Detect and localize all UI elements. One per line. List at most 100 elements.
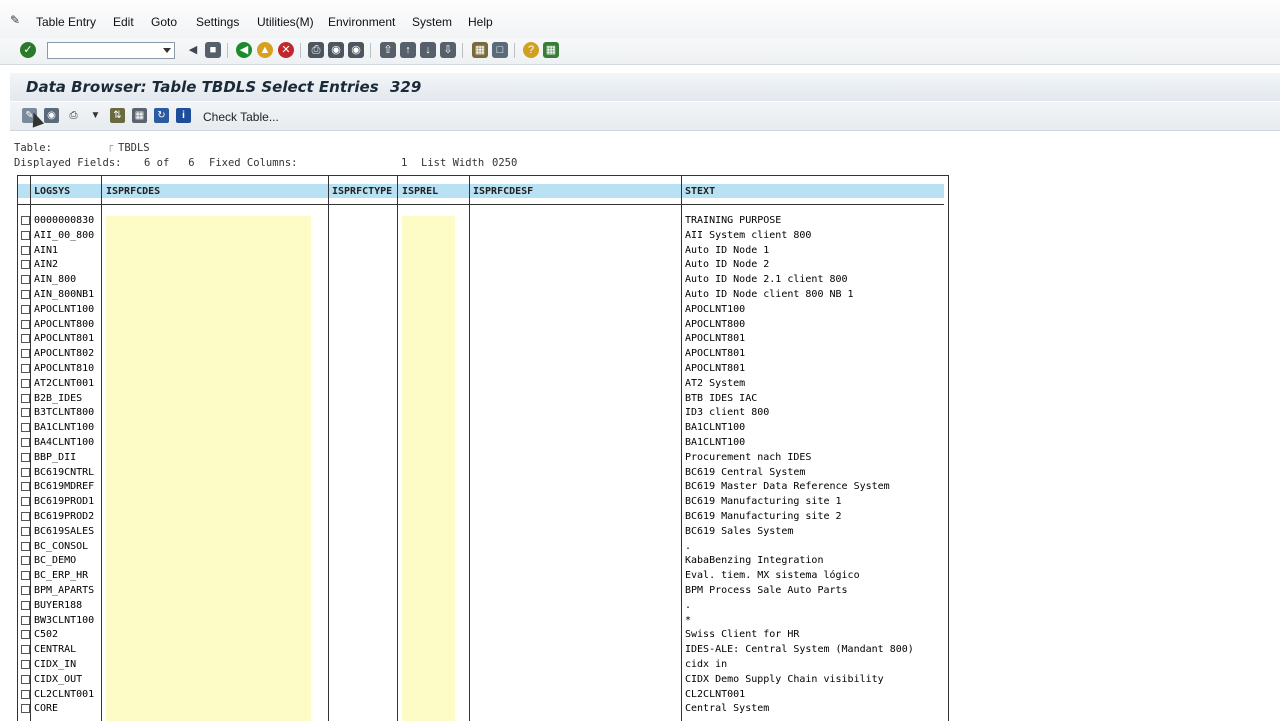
row-select-checkbox[interactable] [21,467,30,477]
help-icon[interactable]: ? [523,42,539,58]
refresh-icon[interactable]: ↻ [154,108,169,123]
cancel-icon[interactable]: ✕ [278,42,294,58]
table-row[interactable]: BC_CONSOL. [18,540,944,555]
menu-table-entry[interactable]: Table Entry [36,15,96,29]
columns-icon[interactable]: ▦ [132,108,147,123]
column-header-isprel[interactable]: ISPREL [402,186,438,197]
table-row[interactable]: AT2CLNT001 AT2 System [18,377,944,392]
menu-goto[interactable]: Goto [151,15,177,29]
row-select-checkbox[interactable] [21,541,30,551]
row-select-checkbox[interactable] [21,378,30,388]
row-select-checkbox[interactable] [21,615,30,625]
row-select-checkbox[interactable] [21,645,30,655]
row-select-checkbox[interactable] [21,349,30,359]
row-select-checkbox[interactable] [21,216,30,225]
menu-system[interactable]: System [412,15,452,29]
column-header-isprfctype[interactable]: ISPRFCTYPE [332,186,392,197]
table-row[interactable]: B3TCLNT800 ID3 client 800 [18,406,944,421]
sort-icon[interactable]: ⇅ [110,108,125,123]
menu-settings[interactable]: Settings [196,15,239,29]
row-select-checkbox[interactable] [21,600,30,610]
table-row[interactable]: BPM_APARTS BPM Process Sale Auto Parts [18,584,944,599]
row-select-checkbox[interactable] [21,630,30,640]
table-row[interactable]: BW3CLNT100 * [18,614,944,629]
table-row[interactable]: BA4CLNT100 BA1CLNT100 [18,436,944,451]
table-row[interactable]: BC619PROD1 BC619 Manufacturing site 1 [18,495,944,510]
exit-icon[interactable]: ▲ [257,42,273,58]
find-next-icon[interactable]: ◉ [348,42,364,58]
table-row[interactable]: BC_DEMO KabaBenzing Integration [18,554,944,569]
command-field[interactable] [47,42,175,59]
row-select-checkbox[interactable] [21,260,30,270]
save-icon[interactable]: ■ [205,42,221,58]
check-table-button[interactable]: Check Table... [203,110,279,124]
table-row[interactable]: BC619MDREF BC619 Master Data Reference Sy… [18,480,944,495]
table-row[interactable]: AIN_800 Auto ID Node 2.1 client 800 [18,273,944,288]
last-page-icon[interactable]: ⇩ [440,42,456,58]
row-select-checkbox[interactable] [21,497,30,507]
row-select-checkbox[interactable] [21,452,30,462]
chevron-down-icon[interactable] [163,48,171,53]
row-select-checkbox[interactable] [21,319,30,329]
table-row[interactable]: APOCLNT810 APOCLNT801 [18,362,944,377]
table-row[interactable]: BA1CLNT100 BA1CLNT100 [18,421,944,436]
row-select-checkbox[interactable] [21,526,30,536]
back-icon[interactable]: ◀ [185,42,201,58]
row-select-checkbox[interactable] [21,674,30,684]
table-row[interactable]: AII_00_800 AII System client 800 [18,229,944,244]
system-menu-icon[interactable]: ✎ [10,14,24,26]
table-row[interactable]: BC_ERP_HR Eval. tiem. MX sistema lógico [18,569,944,584]
menu-utilities[interactable]: Utilities(M) [257,15,314,29]
table-row[interactable]: APOCLNT802 APOCLNT801 [18,347,944,362]
prev-page-icon[interactable]: ↑ [400,42,416,58]
nav-back-icon[interactable]: ◀ [236,42,252,58]
table-row[interactable]: CIDX_OUT CIDX Demo Supply Chain visibilit… [18,673,944,688]
row-select-checkbox[interactable] [21,660,30,669]
row-select-checkbox[interactable] [21,571,30,581]
layout-icon[interactable]: ▦ [543,42,559,58]
column-header-stext[interactable]: STEXT [685,186,715,197]
table-row[interactable]: CORE Central System [18,702,944,717]
first-page-icon[interactable]: ⇧ [380,42,396,58]
row-select-checkbox[interactable] [21,586,30,595]
table-row[interactable]: 0000000830 TRAINING PURPOSE [18,214,944,229]
row-select-checkbox[interactable] [21,290,30,299]
column-header-logsys[interactable]: LOGSYS [34,186,70,197]
menu-environment[interactable]: Environment [328,15,395,29]
find-icon[interactable]: ◉ [328,42,344,58]
print-icon[interactable]: ⎙ [308,42,324,58]
row-select-checkbox[interactable] [21,275,30,285]
table-row[interactable]: CL2CLNT001 CL2CLNT001 [18,688,944,703]
table-row[interactable]: APOCLNT801 APOCLNT801 [18,332,944,347]
row-select-checkbox[interactable] [21,230,30,240]
filter-icon[interactable]: ▼ [88,108,103,123]
row-select-checkbox[interactable] [21,304,30,314]
row-select-checkbox[interactable] [21,364,30,373]
table-row[interactable]: AIN1 Auto ID Node 1 [18,244,944,259]
row-select-checkbox[interactable] [21,689,30,699]
print-list-icon[interactable]: ⎙ [66,108,81,123]
info-icon[interactable]: i [176,108,191,123]
detail-icon[interactable]: ◉ [44,108,59,123]
table-row[interactable]: C502 Swiss Client for HR [18,628,944,643]
menu-help[interactable]: Help [468,15,493,29]
table-row[interactable]: CENTRAL IDES-ALE: Central System (Mandant… [18,643,944,658]
row-select-checkbox[interactable] [21,438,30,447]
table-row[interactable]: BUYER188. [18,599,944,614]
table-row[interactable]: BC619CNTRL BC619 Central System [18,466,944,481]
row-select-checkbox[interactable] [21,393,30,403]
new-session-icon[interactable]: ▦ [472,42,488,58]
row-select-checkbox[interactable] [21,245,30,255]
enter-icon[interactable]: ✓ [20,42,36,58]
row-select-checkbox[interactable] [21,334,30,344]
table-row[interactable]: BBP_DII Procurement nach IDES [18,451,944,466]
column-header-isprfcdesf[interactable]: ISPRFCDESF [473,186,533,197]
table-row[interactable]: BC619SALES BC619 Sales System [18,525,944,540]
table-row[interactable]: AIN_800NB1 Auto ID Node client 800 NB 1 [18,288,944,303]
table-row[interactable]: AIN2 Auto ID Node 2 [18,258,944,273]
table-row[interactable]: BC619PROD2 BC619 Manufacturing site 2 [18,510,944,525]
row-select-checkbox[interactable] [21,408,30,418]
shortcut-icon[interactable]: □ [492,42,508,58]
table-row[interactable]: APOCLNT800 APOCLNT800 [18,318,944,333]
row-select-checkbox[interactable] [21,512,30,521]
